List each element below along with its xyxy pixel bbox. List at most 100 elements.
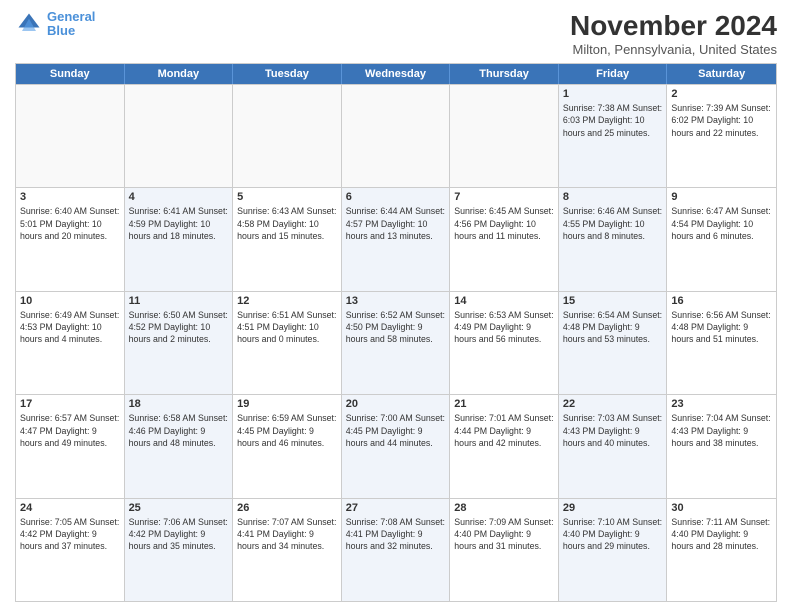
- empty-cell: [342, 85, 451, 187]
- day-number: 14: [454, 295, 554, 307]
- day-cell: 24 Sunrise: 7:05 AM Sunset: 4:42 PM Dayli…: [16, 499, 125, 601]
- page: General Blue November 2024 Milton, Penns…: [0, 0, 792, 612]
- day-info: Sunrise: 7:01 AM Sunset: 4:44 PM Dayligh…: [454, 412, 554, 449]
- weekday-header: Thursday: [450, 64, 559, 84]
- title-block: November 2024 Milton, Pennsylvania, Unit…: [570, 10, 777, 57]
- day-number: 7: [454, 191, 554, 203]
- day-info: Sunrise: 7:05 AM Sunset: 4:42 PM Dayligh…: [20, 516, 120, 553]
- day-info: Sunrise: 6:51 AM Sunset: 4:51 PM Dayligh…: [237, 309, 337, 346]
- day-cell: 14 Sunrise: 6:53 AM Sunset: 4:49 PM Dayli…: [450, 292, 559, 394]
- day-cell: 1 Sunrise: 7:38 AM Sunset: 6:03 PM Daylig…: [559, 85, 668, 187]
- day-number: 11: [129, 295, 229, 307]
- calendar: SundayMondayTuesdayWednesdayThursdayFrid…: [15, 63, 777, 602]
- day-number: 22: [563, 398, 663, 410]
- day-number: 28: [454, 502, 554, 514]
- day-cell: 12 Sunrise: 6:51 AM Sunset: 4:51 PM Dayli…: [233, 292, 342, 394]
- day-number: 2: [671, 88, 772, 100]
- logo-line1: General: [47, 9, 95, 24]
- day-number: 8: [563, 191, 663, 203]
- weekday-header: Monday: [125, 64, 234, 84]
- day-cell: 15 Sunrise: 6:54 AM Sunset: 4:48 PM Dayli…: [559, 292, 668, 394]
- day-cell: 29 Sunrise: 7:10 AM Sunset: 4:40 PM Dayli…: [559, 499, 668, 601]
- day-info: Sunrise: 7:10 AM Sunset: 4:40 PM Dayligh…: [563, 516, 663, 553]
- day-info: Sunrise: 6:50 AM Sunset: 4:52 PM Dayligh…: [129, 309, 229, 346]
- calendar-row: 3Sunrise: 6:40 AM Sunset: 5:01 PM Daylig…: [16, 187, 776, 290]
- day-number: 25: [129, 502, 229, 514]
- header: General Blue November 2024 Milton, Penns…: [15, 10, 777, 57]
- day-number: 15: [563, 295, 663, 307]
- day-info: Sunrise: 6:59 AM Sunset: 4:45 PM Dayligh…: [237, 412, 337, 449]
- day-cell: 7Sunrise: 6:45 AM Sunset: 4:56 PM Daylig…: [450, 188, 559, 290]
- day-info: Sunrise: 7:11 AM Sunset: 4:40 PM Dayligh…: [671, 516, 772, 553]
- day-number: 27: [346, 502, 446, 514]
- day-number: 4: [129, 191, 229, 203]
- day-cell: 9 Sunrise: 6:47 AM Sunset: 4:54 PM Daylig…: [667, 188, 776, 290]
- day-number: 6: [346, 191, 446, 203]
- day-info: Sunrise: 7:03 AM Sunset: 4:43 PM Dayligh…: [563, 412, 663, 449]
- day-number: 1: [563, 88, 663, 100]
- day-number: 18: [129, 398, 229, 410]
- day-info: Sunrise: 7:06 AM Sunset: 4:42 PM Dayligh…: [129, 516, 229, 553]
- empty-cell: [16, 85, 125, 187]
- day-info: Sunrise: 6:58 AM Sunset: 4:46 PM Dayligh…: [129, 412, 229, 449]
- day-cell: 8Sunrise: 6:46 AM Sunset: 4:55 PM Daylig…: [559, 188, 668, 290]
- day-number: 26: [237, 502, 337, 514]
- empty-cell: [450, 85, 559, 187]
- day-cell: 25 Sunrise: 7:06 AM Sunset: 4:42 PM Dayli…: [125, 499, 234, 601]
- day-cell: 3Sunrise: 6:40 AM Sunset: 5:01 PM Daylig…: [16, 188, 125, 290]
- day-info: Sunrise: 6:54 AM Sunset: 4:48 PM Dayligh…: [563, 309, 663, 346]
- day-cell: 19 Sunrise: 6:59 AM Sunset: 4:45 PM Dayli…: [233, 395, 342, 497]
- logo-icon: [15, 10, 43, 38]
- day-info: Sunrise: 6:40 AM Sunset: 5:01 PM Dayligh…: [20, 205, 120, 242]
- day-number: 17: [20, 398, 120, 410]
- weekday-header: Friday: [559, 64, 668, 84]
- day-info: Sunrise: 7:39 AM Sunset: 6:02 PM Dayligh…: [671, 102, 772, 139]
- day-info: Sunrise: 6:47 AM Sunset: 4:54 PM Dayligh…: [671, 205, 772, 242]
- day-info: Sunrise: 7:38 AM Sunset: 6:03 PM Dayligh…: [563, 102, 663, 139]
- day-number: 29: [563, 502, 663, 514]
- day-number: 13: [346, 295, 446, 307]
- day-cell: 11 Sunrise: 6:50 AM Sunset: 4:52 PM Dayli…: [125, 292, 234, 394]
- day-number: 24: [20, 502, 120, 514]
- day-info: Sunrise: 6:53 AM Sunset: 4:49 PM Dayligh…: [454, 309, 554, 346]
- calendar-row: 17Sunrise: 6:57 AM Sunset: 4:47 PM Dayli…: [16, 394, 776, 497]
- calendar-row: 1 Sunrise: 7:38 AM Sunset: 6:03 PM Daylig…: [16, 84, 776, 187]
- day-number: 21: [454, 398, 554, 410]
- day-cell: 30 Sunrise: 7:11 AM Sunset: 4:40 PM Dayli…: [667, 499, 776, 601]
- day-number: 16: [671, 295, 772, 307]
- day-number: 10: [20, 295, 120, 307]
- day-number: 30: [671, 502, 772, 514]
- day-info: Sunrise: 7:07 AM Sunset: 4:41 PM Dayligh…: [237, 516, 337, 553]
- logo: General Blue: [15, 10, 95, 39]
- day-cell: 18 Sunrise: 6:58 AM Sunset: 4:46 PM Dayli…: [125, 395, 234, 497]
- day-number: 9: [671, 191, 772, 203]
- day-info: Sunrise: 7:09 AM Sunset: 4:40 PM Dayligh…: [454, 516, 554, 553]
- day-info: Sunrise: 6:49 AM Sunset: 4:53 PM Dayligh…: [20, 309, 120, 346]
- day-info: Sunrise: 6:41 AM Sunset: 4:59 PM Dayligh…: [129, 205, 229, 242]
- weekday-header: Tuesday: [233, 64, 342, 84]
- month-title: November 2024: [570, 10, 777, 42]
- day-number: 23: [671, 398, 772, 410]
- day-cell: 13Sunrise: 6:52 AM Sunset: 4:50 PM Dayli…: [342, 292, 451, 394]
- subtitle: Milton, Pennsylvania, United States: [570, 42, 777, 57]
- day-cell: 17Sunrise: 6:57 AM Sunset: 4:47 PM Dayli…: [16, 395, 125, 497]
- day-number: 12: [237, 295, 337, 307]
- day-info: Sunrise: 7:08 AM Sunset: 4:41 PM Dayligh…: [346, 516, 446, 553]
- day-cell: 10 Sunrise: 6:49 AM Sunset: 4:53 PM Dayli…: [16, 292, 125, 394]
- day-cell: 27 Sunrise: 7:08 AM Sunset: 4:41 PM Dayli…: [342, 499, 451, 601]
- calendar-row: 10 Sunrise: 6:49 AM Sunset: 4:53 PM Dayli…: [16, 291, 776, 394]
- weekday-header: Sunday: [16, 64, 125, 84]
- empty-cell: [233, 85, 342, 187]
- day-cell: 26 Sunrise: 7:07 AM Sunset: 4:41 PM Dayli…: [233, 499, 342, 601]
- day-cell: 16 Sunrise: 6:56 AM Sunset: 4:48 PM Dayli…: [667, 292, 776, 394]
- day-number: 5: [237, 191, 337, 203]
- logo-text: General Blue: [47, 10, 95, 39]
- logo-line2: Blue: [47, 23, 75, 38]
- day-info: Sunrise: 6:56 AM Sunset: 4:48 PM Dayligh…: [671, 309, 772, 346]
- day-cell: 20Sunrise: 7:00 AM Sunset: 4:45 PM Dayli…: [342, 395, 451, 497]
- day-info: Sunrise: 6:43 AM Sunset: 4:58 PM Dayligh…: [237, 205, 337, 242]
- day-cell: 6Sunrise: 6:44 AM Sunset: 4:57 PM Daylig…: [342, 188, 451, 290]
- day-number: 19: [237, 398, 337, 410]
- calendar-header: SundayMondayTuesdayWednesdayThursdayFrid…: [16, 64, 776, 84]
- day-cell: 22 Sunrise: 7:03 AM Sunset: 4:43 PM Dayli…: [559, 395, 668, 497]
